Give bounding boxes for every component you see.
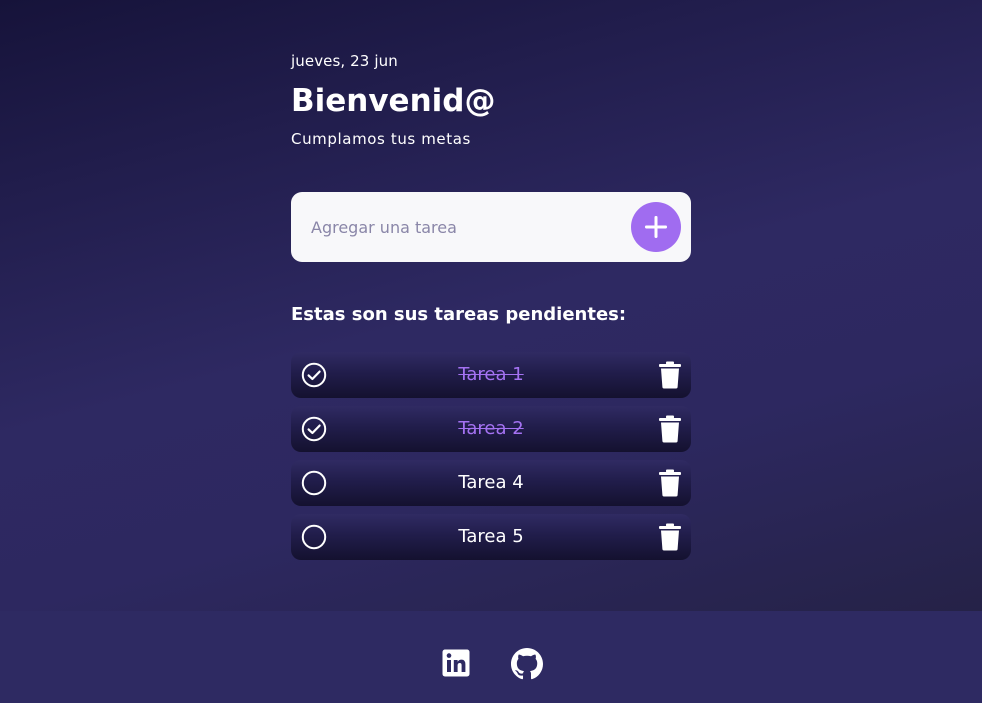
delete-task-button[interactable] xyxy=(658,361,682,389)
task-list-heading: Estas son sus tareas pendientes: xyxy=(291,304,627,325)
check-circle-icon xyxy=(301,416,327,442)
task-checkbox[interactable] xyxy=(301,470,327,496)
task-label: Tarea 2 xyxy=(458,418,524,439)
trash-icon xyxy=(659,523,681,551)
check-circle-icon xyxy=(301,362,327,388)
task-label: Tarea 5 xyxy=(458,526,524,547)
task-checkbox[interactable] xyxy=(301,416,327,442)
github-icon xyxy=(511,648,543,680)
task-checkbox[interactable] xyxy=(301,362,327,388)
github-link[interactable] xyxy=(511,648,543,680)
task-label: Tarea 1 xyxy=(458,364,524,385)
page-subtitle: Cumplamos tus metas xyxy=(291,130,471,148)
task-item: Tarea 2 xyxy=(291,406,691,452)
task-item: Tarea 4 xyxy=(291,460,691,506)
current-date: jueves, 23 jun xyxy=(291,52,398,70)
trash-icon xyxy=(659,361,681,389)
delete-task-button[interactable] xyxy=(658,415,682,443)
task-item: Tarea 1 xyxy=(291,352,691,398)
plus-icon xyxy=(645,216,667,238)
page-title: Bienvenid@ xyxy=(291,83,496,119)
circle-icon xyxy=(301,470,327,496)
add-task-input[interactable] xyxy=(311,212,631,242)
delete-task-button[interactable] xyxy=(658,469,682,497)
circle-icon xyxy=(301,524,327,550)
add-task-button[interactable] xyxy=(631,202,681,252)
add-task-form xyxy=(291,192,691,262)
trash-icon xyxy=(659,415,681,443)
task-label: Tarea 4 xyxy=(458,472,524,493)
linkedin-link[interactable] xyxy=(441,648,471,678)
trash-icon xyxy=(659,469,681,497)
footer xyxy=(0,611,982,703)
task-item: Tarea 5 xyxy=(291,514,691,560)
linkedin-icon xyxy=(442,649,470,677)
delete-task-button[interactable] xyxy=(658,523,682,551)
main-section: jueves, 23 jun Bienvenid@ Cumplamos tus … xyxy=(0,0,982,611)
task-checkbox[interactable] xyxy=(301,524,327,550)
